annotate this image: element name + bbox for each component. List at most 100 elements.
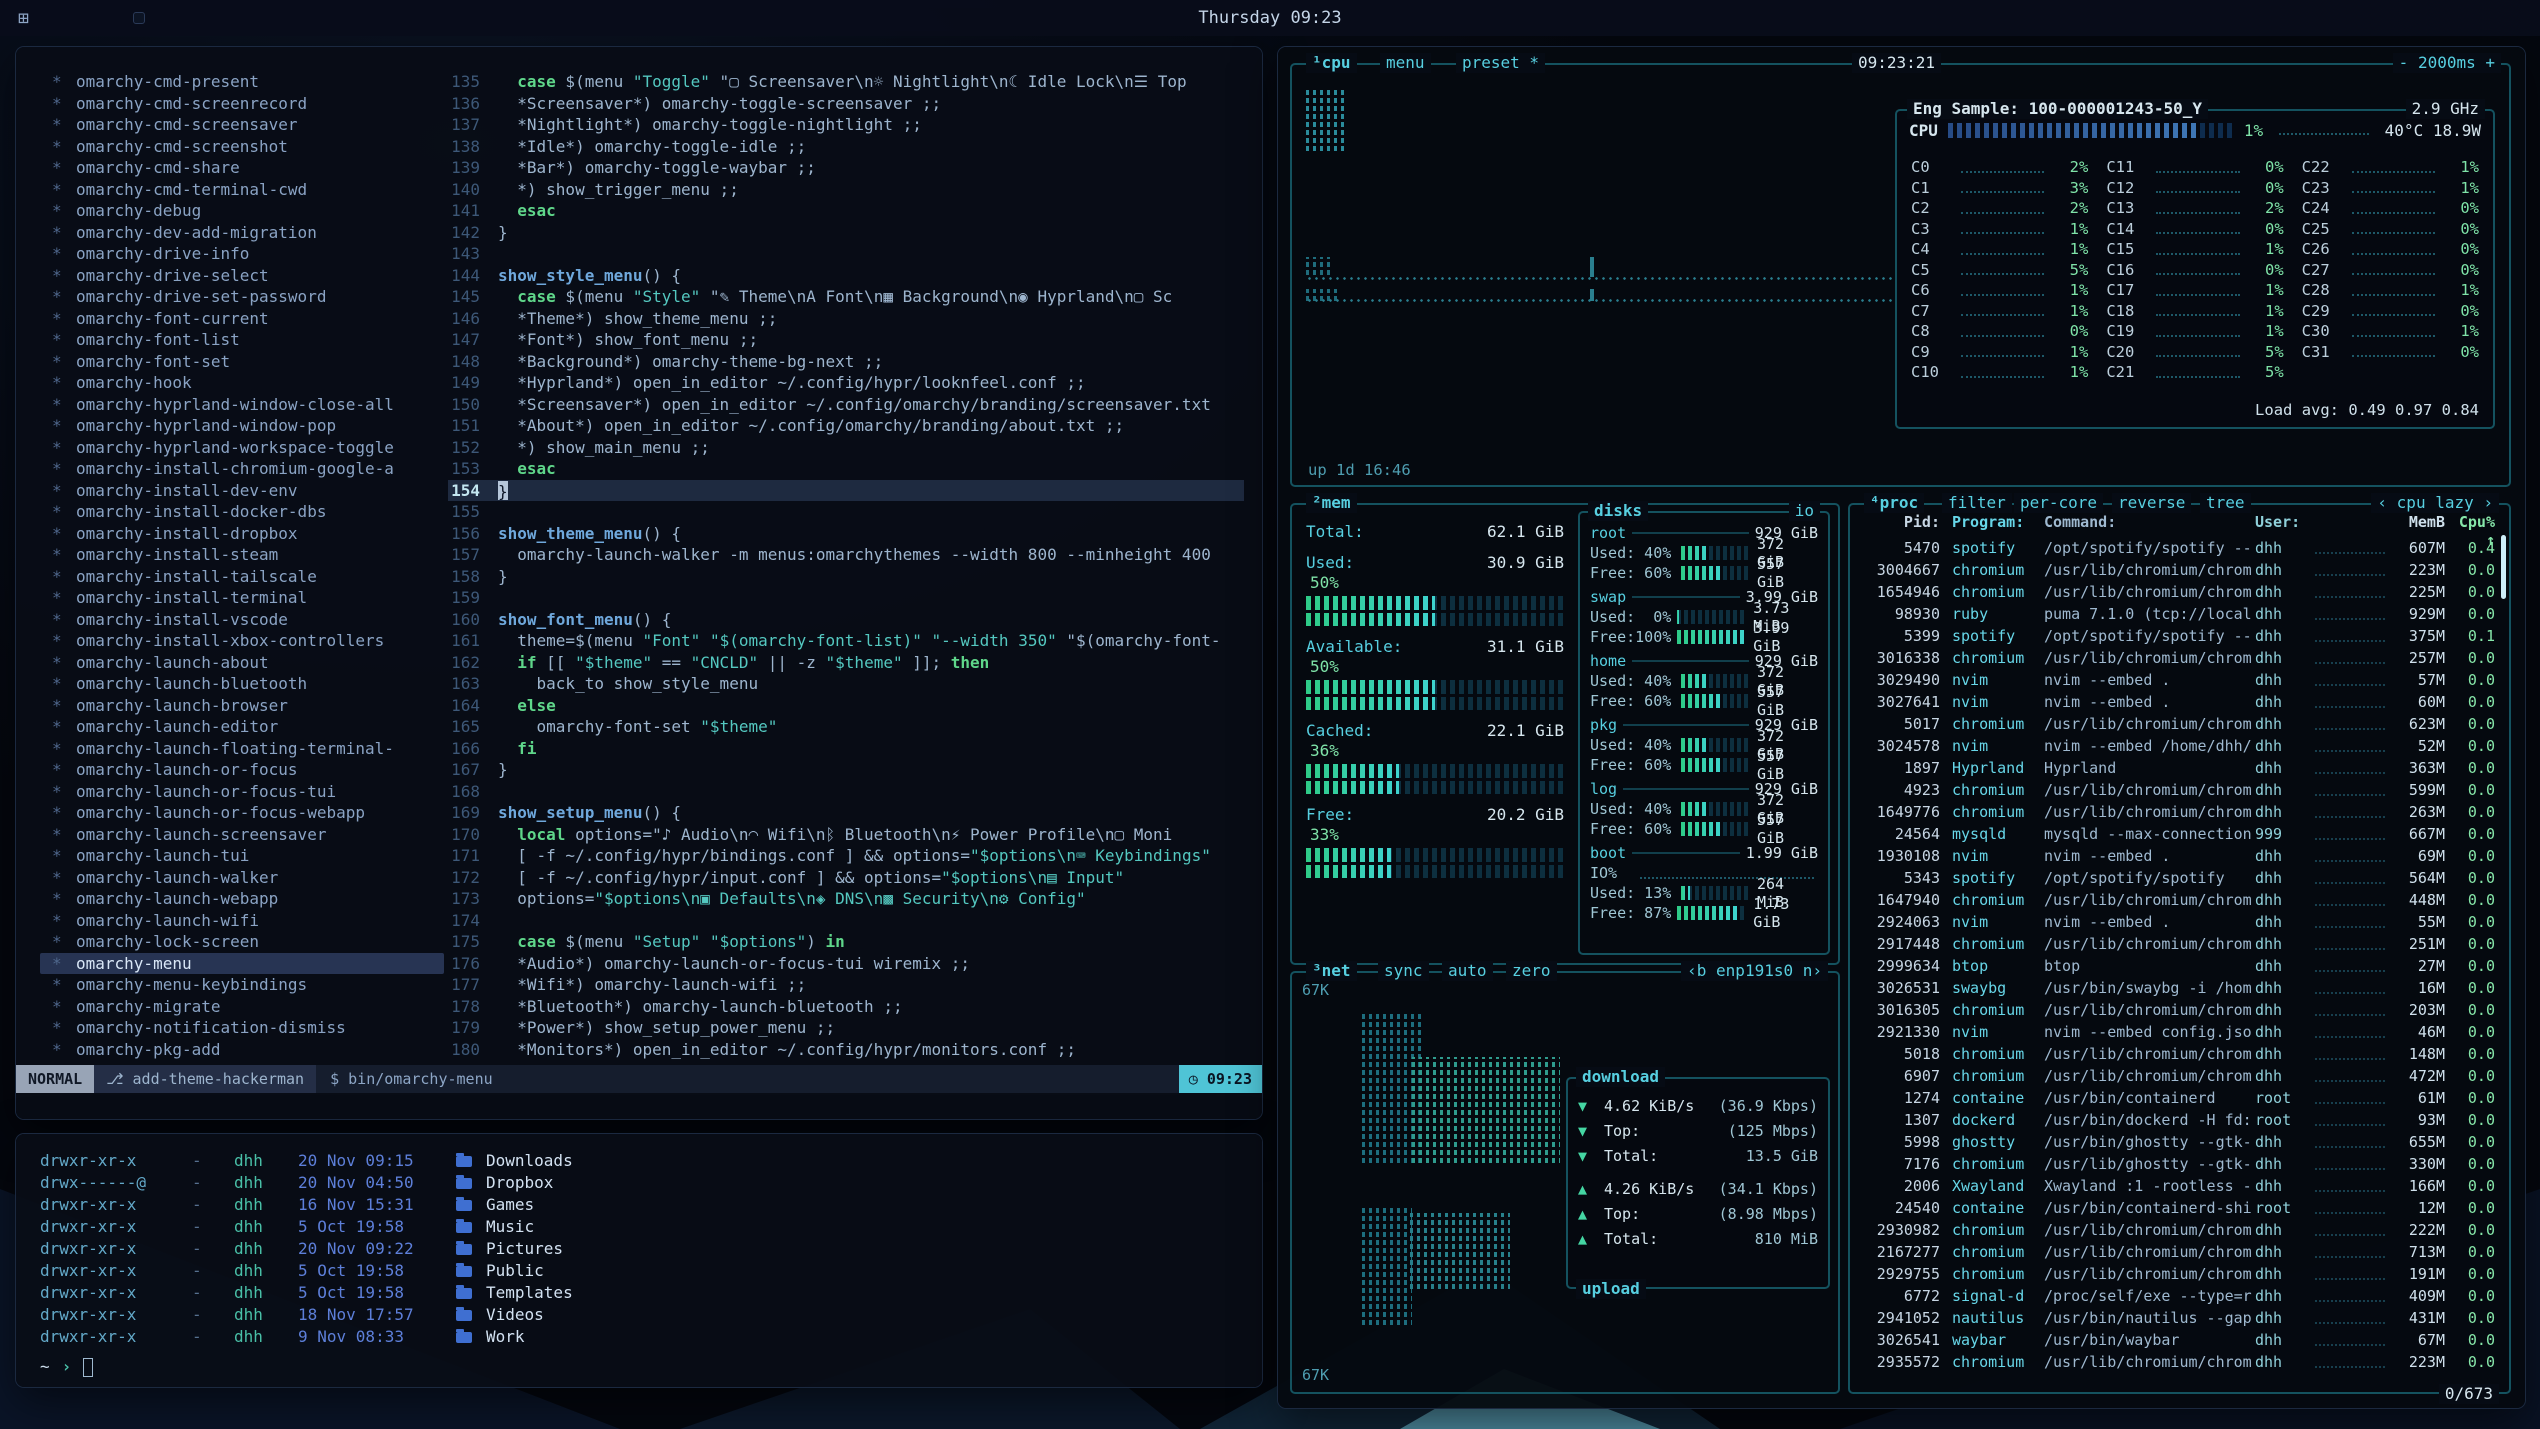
code-buffer[interactable]: 135 case $(menu "Toggle" "▢ Screensaver\… [448, 71, 1244, 1060]
directory-row[interactable]: drwxr-xr-x - dhh 5 Oct 19:58 Templates [40, 1282, 1242, 1304]
process-row[interactable]: 3029490 nvim nvim --embed . dhh 57M 0.0 [1862, 669, 2495, 691]
file-list-item[interactable]: *omarchy-menu-keybindings [40, 974, 444, 996]
file-list-item[interactable]: *omarchy-lock-screen [40, 931, 444, 953]
process-row[interactable]: 6772 signal-d /proc/self/exe --type=r dh… [1862, 1285, 2495, 1307]
file-list-item[interactable]: *omarchy-launch-walker [40, 867, 444, 889]
file-list-item[interactable]: *omarchy-cmd-screenrecord [40, 93, 444, 115]
code-line[interactable]: 166 fi [448, 738, 1244, 760]
code-line[interactable]: 171 [ -f ~/.config/hypr/bindings.conf ] … [448, 845, 1244, 867]
file-list-item[interactable]: *omarchy-font-current [40, 308, 444, 330]
disks-title[interactable]: disks [1588, 501, 1648, 521]
code-line[interactable]: 147 *Font*) show_font_menu ;; [448, 329, 1244, 351]
code-line[interactable]: 164 else [448, 695, 1244, 717]
code-line[interactable]: 153 esac [448, 458, 1244, 480]
btop-window[interactable]: ¹cpu menu preset * 09:23:21 - 2000ms + E… [1278, 47, 2525, 1408]
process-row[interactable]: 1930108 nvim nvim --embed . dhh 69M 0.0 [1862, 845, 2495, 867]
io-mode-button[interactable]: io [1789, 501, 1820, 521]
code-line[interactable]: 174 [448, 910, 1244, 932]
directory-row[interactable]: drwxr-xr-x - dhh 16 Nov 15:31 Games [40, 1194, 1242, 1216]
code-line[interactable]: 175 case $(menu "Setup" "$options") in [448, 931, 1244, 953]
process-row[interactable]: 6907 chromium /usr/lib/chromium/chrom dh… [1862, 1065, 2495, 1087]
directory-row[interactable]: drwxr-xr-x - dhh 18 Nov 17:57 Videos [40, 1304, 1242, 1326]
mem-panel-title[interactable]: ²mem [1306, 493, 1357, 513]
process-row[interactable]: 1307 dockerd /usr/bin/dockerd -H fd: roo… [1862, 1109, 2495, 1131]
process-row[interactable]: 2999634 btop btop dhh 27M 0.0 [1862, 955, 2495, 977]
file-list-item[interactable]: *omarchy-launch-or-focus [40, 759, 444, 781]
net-sync-button[interactable]: sync [1378, 961, 1429, 981]
file-list-item[interactable]: *omarchy-drive-set-password [40, 286, 444, 308]
code-line[interactable]: 145 case $(menu "Style" "✎ Theme\nA Font… [448, 286, 1244, 308]
process-row[interactable]: 3004667 chromium /usr/lib/chromium/chrom… [1862, 559, 2495, 581]
process-row[interactable]: 7176 chromium /usr/lib/ghostty --gtk- dh… [1862, 1153, 2495, 1175]
shell-prompt[interactable]: ~ › [40, 1356, 1242, 1378]
proc-sort-selector[interactable]: ‹ cpu lazy › [2371, 493, 2499, 513]
process-row[interactable]: 5399 spotify /opt/spotify/spotify -- dhh… [1862, 625, 2495, 647]
process-row[interactable]: 2167277 chromium /usr/lib/chromium/chrom… [1862, 1241, 2495, 1263]
file-list-item[interactable]: *omarchy-launch-browser [40, 695, 444, 717]
code-line[interactable]: 150 *Screensaver*) open_in_editor ~/.con… [448, 394, 1244, 416]
directory-row[interactable]: drwxr-xr-x - dhh 20 Nov 09:15 Downloads [40, 1150, 1242, 1172]
process-row[interactable]: 1647940 chromium /usr/lib/chromium/chrom… [1862, 889, 2495, 911]
directory-row[interactable]: drwxr-xr-x - dhh 5 Oct 19:58 Music [40, 1216, 1242, 1238]
code-line[interactable]: 154} [448, 480, 1244, 502]
code-line[interactable]: 141 esac [448, 200, 1244, 222]
file-list-item[interactable]: *omarchy-launch-wifi [40, 910, 444, 932]
net-interface-selector[interactable]: ‹b enp191s0 n› [1681, 961, 1828, 981]
code-line[interactable]: 162 if [[ "$theme" == "CNCLD" || -z "$th… [448, 652, 1244, 674]
file-list-item[interactable]: *omarchy-hyprland-window-close-all [40, 394, 444, 416]
proc-panel-title[interactable]: ⁴proc [1864, 493, 1924, 513]
process-row[interactable]: 1649776 chromium /usr/lib/chromium/chrom… [1862, 801, 2495, 823]
directory-row[interactable]: drwx------@ - dhh 20 Nov 04:50 Dropbox [40, 1172, 1242, 1194]
directory-row[interactable]: drwxr-xr-x - dhh 5 Oct 19:58 Public [40, 1260, 1242, 1282]
preset-button[interactable]: preset * [1456, 53, 1545, 73]
code-line[interactable]: 178 *Bluetooth*) omarchy-launch-bluetoot… [448, 996, 1244, 1018]
directory-row[interactable]: drwxr-xr-x - dhh 9 Nov 08:33 Work [40, 1326, 1242, 1348]
code-line[interactable]: 168 [448, 781, 1244, 803]
file-list-item[interactable]: *omarchy-migrate [40, 996, 444, 1018]
code-line[interactable]: 161 theme=$(menu "Font" "$(omarchy-font-… [448, 630, 1244, 652]
process-row[interactable]: 24564 mysqld mysqld --max-connection 999… [1862, 823, 2495, 845]
file-list-item[interactable]: *omarchy-debug [40, 200, 444, 222]
proc-percore-button[interactable]: per-core [2014, 493, 2103, 513]
process-row[interactable]: 3026531 swaybg /usr/bin/swaybg -i /hom d… [1862, 977, 2495, 999]
code-line[interactable]: 180 *Monitors*) open_in_editor ~/.config… [448, 1039, 1244, 1061]
file-list-item[interactable]: *omarchy-menu [40, 953, 444, 975]
net-auto-button[interactable]: auto [1442, 961, 1493, 981]
code-line[interactable]: 144show_style_menu() { [448, 265, 1244, 287]
code-line[interactable]: 146 *Theme*) show_theme_menu ;; [448, 308, 1244, 330]
process-row[interactable]: 2917448 chromium /usr/lib/chromium/chrom… [1862, 933, 2495, 955]
process-row[interactable]: 5343 spotify /opt/spotify/spotify dhh 56… [1862, 867, 2495, 889]
code-line[interactable]: 137 *Nightlight*) omarchy-toggle-nightli… [448, 114, 1244, 136]
file-list-item[interactable]: *omarchy-install-tailscale [40, 566, 444, 588]
code-line[interactable]: 142} [448, 222, 1244, 244]
code-line[interactable]: 156show_theme_menu() { [448, 523, 1244, 545]
file-list-item[interactable]: *omarchy-install-terminal [40, 587, 444, 609]
code-line[interactable]: 148 *Background*) omarchy-theme-bg-next … [448, 351, 1244, 373]
code-line[interactable]: 143 [448, 243, 1244, 265]
proc-reverse-button[interactable]: reverse [2112, 493, 2191, 513]
code-line[interactable]: 163 back_to show_style_menu [448, 673, 1244, 695]
code-line[interactable]: 155 [448, 501, 1244, 523]
process-row[interactable]: 24540 containe /usr/bin/containerd-shi r… [1862, 1197, 2495, 1219]
process-row[interactable]: 1274 containe /usr/bin/containerd root 6… [1862, 1087, 2495, 1109]
editor-window[interactable]: *omarchy-cmd-present*omarchy-cmd-screenr… [16, 47, 1262, 1119]
code-line[interactable]: 138 *Idle*) omarchy-toggle-idle ;; [448, 136, 1244, 158]
file-list-item[interactable]: *omarchy-launch-screensaver [40, 824, 444, 846]
code-line[interactable]: 151 *About*) open_in_editor ~/.config/om… [448, 415, 1244, 437]
file-list-item[interactable]: *omarchy-cmd-terminal-cwd [40, 179, 444, 201]
file-list-item[interactable]: *omarchy-launch-floating-terminal- [40, 738, 444, 760]
file-list-item[interactable]: *omarchy-hook [40, 372, 444, 394]
file-list-item[interactable]: *omarchy-launch-tui [40, 845, 444, 867]
menu-button[interactable]: menu [1380, 53, 1431, 73]
net-zero-button[interactable]: zero [1506, 961, 1557, 981]
code-line[interactable]: 139 *Bar*) omarchy-toggle-waybar ;; [448, 157, 1244, 179]
file-list-item[interactable]: *omarchy-font-set [40, 351, 444, 373]
process-row[interactable]: 3026541 waybar /usr/bin/waybar dhh 67M 0… [1862, 1329, 2495, 1351]
process-row[interactable]: 4923 chromium /usr/lib/chromium/chrom dh… [1862, 779, 2495, 801]
process-row[interactable]: 2930982 chromium /usr/lib/chromium/chrom… [1862, 1219, 2495, 1241]
process-row[interactable]: 5018 chromium /usr/lib/chromium/chrom dh… [1862, 1043, 2495, 1065]
code-line[interactable]: 140 *) show_trigger_menu ;; [448, 179, 1244, 201]
apps-grid-icon[interactable]: ⊞ [18, 8, 29, 29]
file-list-item[interactable]: *omarchy-launch-bluetooth [40, 673, 444, 695]
file-list-item[interactable]: *omarchy-pkg-add [40, 1039, 444, 1061]
